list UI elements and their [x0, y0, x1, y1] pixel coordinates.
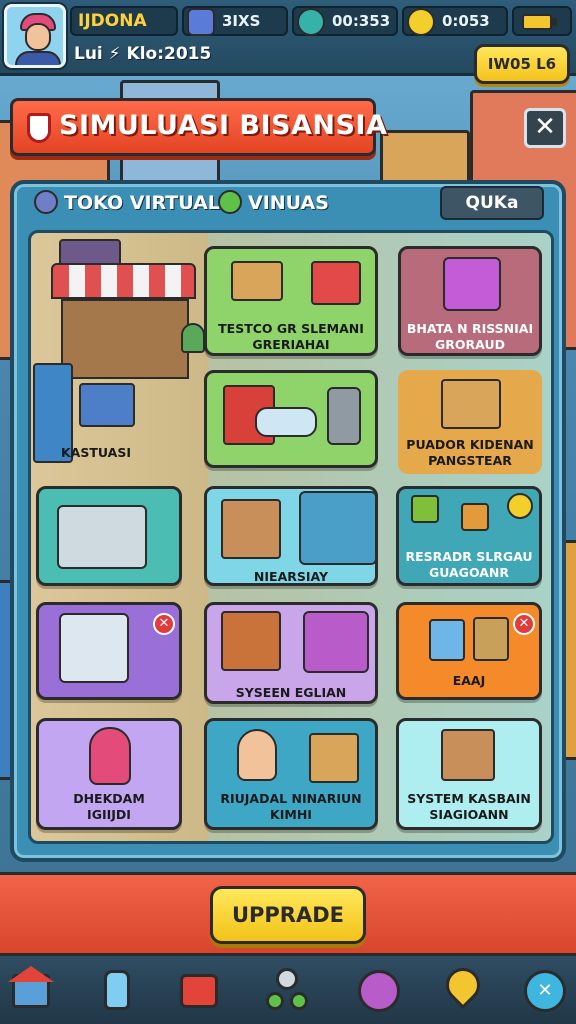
dresser-icon [221, 611, 281, 671]
tab-vinuas-label: VINUAS [248, 192, 329, 214]
tile-niersasiay[interactable]: NIEARSIAY [204, 486, 378, 586]
plant-icon [181, 323, 205, 353]
tile-orange[interactable]: ✕ EAAJ [396, 602, 542, 700]
box-icon [473, 617, 509, 661]
tile-security-crate[interactable] [204, 370, 378, 468]
stat-coins-value: 0:053 [442, 12, 490, 30]
stat-coins[interactable]: 0:053 [402, 6, 508, 36]
tile-orange-label: EAAJ [452, 673, 486, 688]
bag-icon [231, 261, 283, 301]
level-button[interactable]: IW05 L6 [474, 44, 570, 84]
bottle-icon [104, 970, 130, 1010]
trolley-icon [299, 491, 375, 565]
tile-system-label: SYSTEM KASBAIN SIAGIOANN [407, 791, 531, 822]
stat-gems[interactable]: 3IXS [182, 6, 288, 36]
supply-box-icon [441, 729, 495, 781]
player-avatar[interactable] [4, 4, 66, 68]
stat-gems-value: 3IXS [222, 12, 261, 30]
upgrade-button[interactable]: UPPRADE [210, 886, 366, 944]
map-pin-icon [438, 960, 488, 1010]
clock-coin-icon [297, 8, 325, 36]
player-subline: Lui ⚡ Klo:2015 [74, 44, 212, 64]
network-node [290, 992, 308, 1010]
nav-network[interactable] [264, 966, 310, 1014]
shield-icon [27, 113, 51, 143]
shopping-basket-icon [79, 383, 135, 427]
tile-dashboard[interactable]: ✕ [36, 602, 182, 700]
stat-timer-value: 00:353 [332, 12, 391, 30]
tile-resradr[interactable]: RESRADR SLRGAU GUAGOANR [396, 486, 542, 586]
tile-dhekdam[interactable]: DHEKDAM IGIIJDI [36, 718, 182, 830]
padlock-icon [327, 387, 361, 445]
tile-bhata-label: BHATA N RISSNIAI GRORAUD [406, 321, 534, 352]
nav-gift[interactable] [176, 966, 222, 1014]
tablet-icon [429, 619, 465, 661]
tile-resradr-label: RESRADR SLRGAU GUAGOANR [405, 549, 533, 580]
nav-compass[interactable] [356, 966, 402, 1014]
nav-map[interactable] [438, 960, 488, 1014]
gift-box-icon [180, 974, 218, 1008]
gem-icon [187, 8, 215, 36]
roof-icon [8, 966, 54, 982]
network-node [266, 992, 284, 1010]
tile-laptop[interactable] [36, 486, 182, 586]
tile-puador[interactable]: PUADOR KIDENAN PANGSTEAR [398, 370, 542, 474]
tile-riujadal-label: RIUJADAL NINARIUN KIMHI [220, 791, 362, 822]
title-banner: SIMULUASI BISANSIA [10, 98, 387, 156]
nav-settings[interactable]: ✕ [522, 966, 568, 1014]
package-icon [309, 733, 359, 783]
tile-testco-label: TESTCO GR SLEMANI GRERIAHAI [218, 321, 364, 352]
gold-coin-icon [407, 8, 435, 36]
quick-button[interactable]: QUKa [440, 186, 544, 220]
nav-home[interactable] [8, 966, 54, 1014]
tile-dhekdam-label: DHEKDAM IGIIJDI [73, 791, 145, 822]
monitor-icon [59, 613, 129, 683]
tile-sysen-label: SYSEEN EGLIAN [235, 685, 347, 700]
coin-icon [507, 493, 533, 519]
shirt-icon [15, 51, 61, 65]
basket-icon [303, 611, 369, 673]
tab-vinuas[interactable]: VINUAS [218, 186, 329, 220]
close-badge-icon[interactable]: ✕ [153, 613, 175, 635]
scroll-icon [255, 407, 317, 437]
tile-system[interactable]: SYSTEM KASBAIN SIAGIOANN [396, 718, 542, 830]
page-title: SIMULUASI BISANSIA [59, 110, 388, 141]
settings-icon: ✕ [524, 970, 566, 1012]
storage-bin-icon [443, 257, 501, 311]
tab-toko-virtual-label: TOKO VIRTUAL [64, 192, 220, 214]
cabinet-icon [221, 499, 281, 559]
energy-indicator[interactable] [512, 6, 572, 36]
face-icon [25, 23, 51, 51]
tab-toko-virtual[interactable]: TOKO VIRTUAL [34, 186, 220, 220]
laptop-icon [57, 505, 147, 569]
player-name: IJDONA [70, 6, 178, 36]
close-badge-icon[interactable]: ✕ [513, 613, 535, 635]
tile-testco[interactable]: TESTCO GR SLEMANI GRERIAHAI [204, 246, 378, 356]
leaf-icon [218, 189, 242, 214]
ticket-icon [461, 503, 489, 531]
tile-puador-label: PUADOR KIDENAN PANGSTEAR [406, 437, 534, 468]
stat-timer[interactable]: 00:353 [292, 6, 398, 36]
cart-icon [311, 261, 361, 305]
shop-counter-icon [61, 299, 189, 379]
tile-bhata[interactable]: BHATA N RISSNIAI GRORAUD [398, 246, 542, 356]
worker-icon [237, 729, 277, 781]
cash-icon [411, 495, 439, 523]
globe-icon [34, 189, 58, 214]
tile-riujadal[interactable]: RIUJADAL NINARIUN KIMHI [204, 718, 378, 830]
network-icon [276, 968, 298, 990]
compass-icon [358, 970, 400, 1012]
awning-icon [51, 263, 196, 299]
person-icon [89, 727, 131, 785]
tile-niersasiay-label: NIEARSIAY [253, 569, 329, 584]
scene-label: KASTUASI [61, 445, 131, 460]
parcel-icon [441, 379, 501, 429]
close-button[interactable]: ✕ [524, 108, 566, 148]
nav-bottle[interactable] [94, 966, 140, 1014]
battery-tip [552, 18, 557, 26]
tile-sysen[interactable]: SYSEEN EGLIAN [204, 602, 378, 704]
battery-icon [522, 14, 552, 30]
